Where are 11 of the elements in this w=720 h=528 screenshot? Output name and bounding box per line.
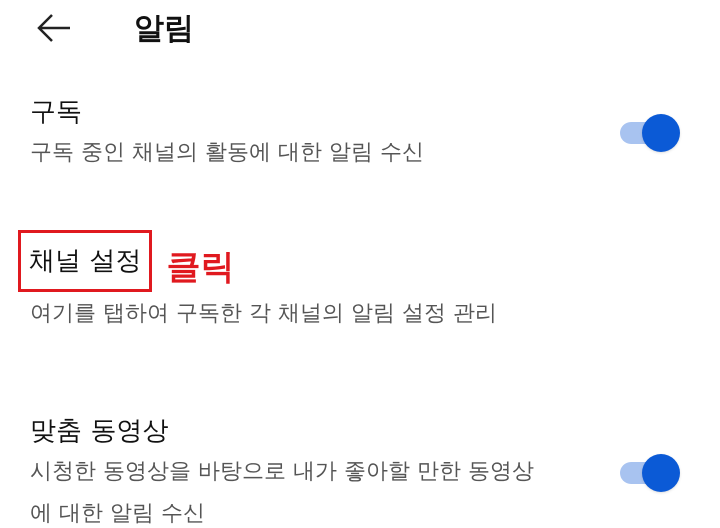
setting-description: 여기를 탭하여 구독한 각 채널의 알림 설정 관리 [30,300,498,328]
setting-description: 시청한 동영상을 바탕으로 내가 좋아할 만한 동영상에 대한 알림 수신 [30,458,535,528]
setting-title[interactable]: 채널 설정 [18,230,152,292]
setting-description: 구독 중인 채널의 활동에 대한 알림 수신 [30,139,425,167]
toggle-switch[interactable] [618,114,680,152]
setting-title: 구독 [30,96,82,129]
page-title: 알림 [134,10,194,48]
toggle-switch[interactable] [618,454,680,492]
annotation-label: 클릭 [166,246,234,289]
back-icon[interactable] [36,13,72,43]
setting-title: 맞춤 동영상 [30,415,168,448]
